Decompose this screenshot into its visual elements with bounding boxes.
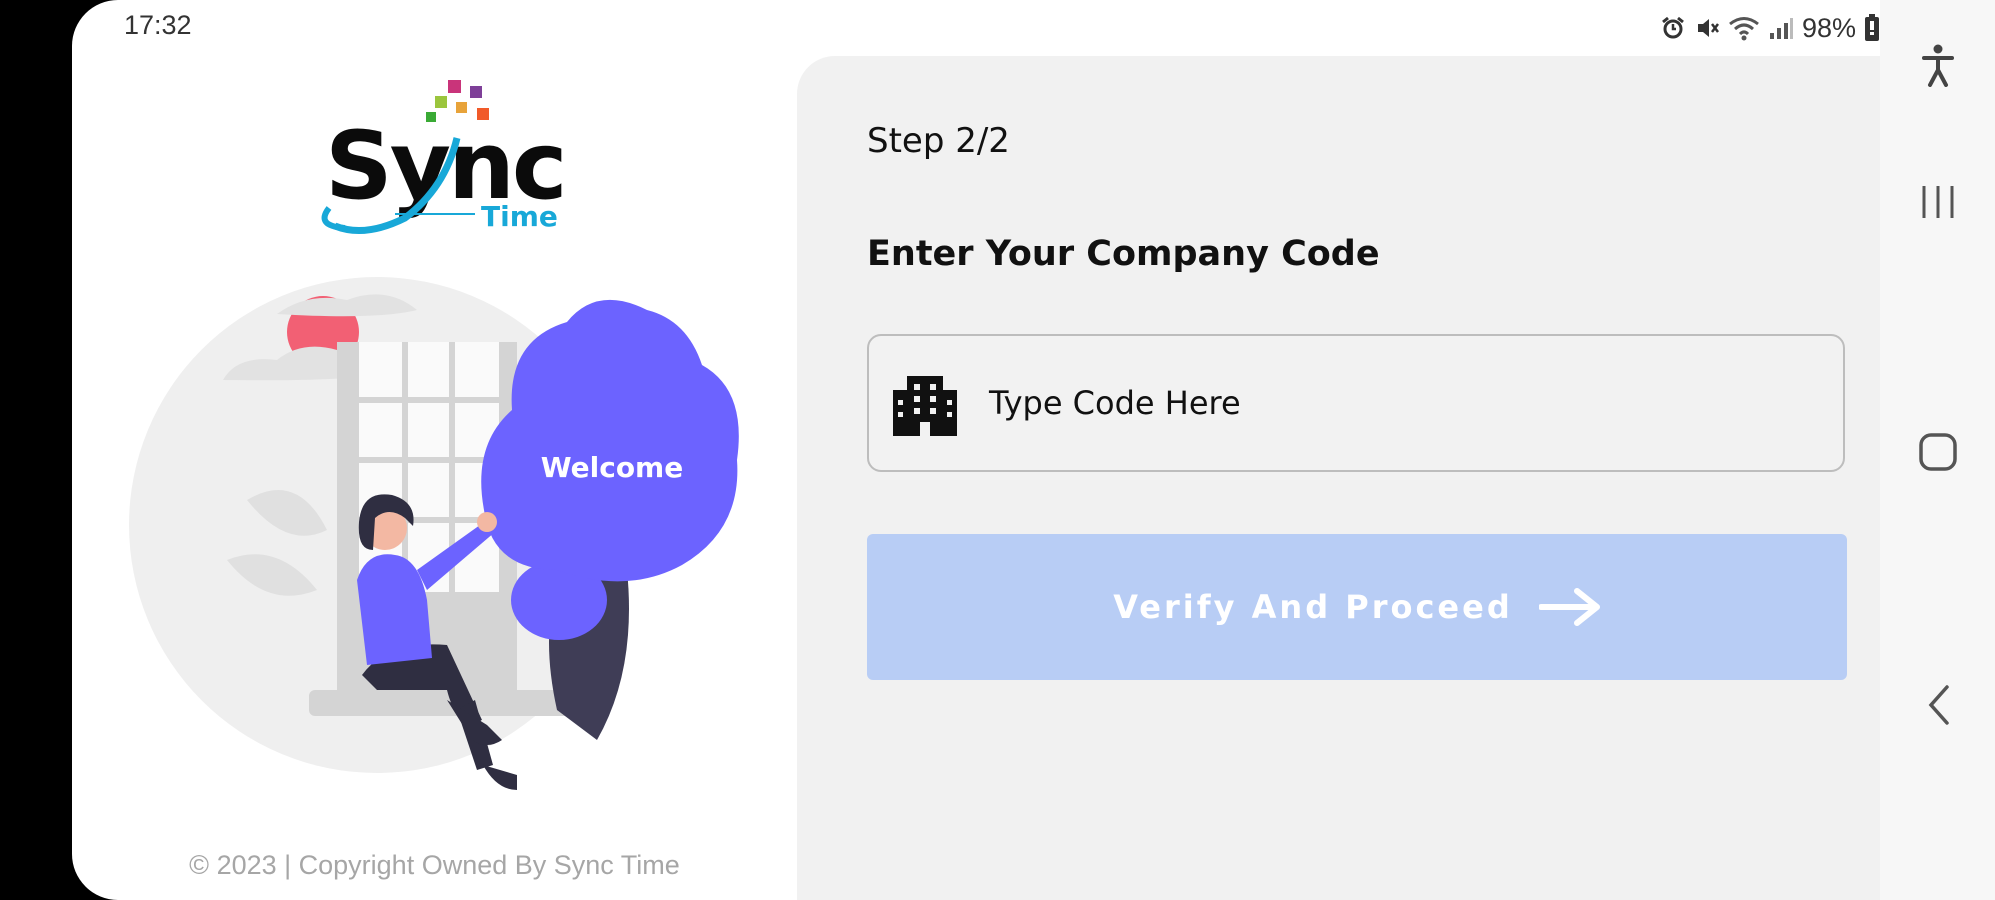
logo-subtext: Time [481, 200, 558, 233]
mute-icon [1697, 19, 1719, 37]
code-placeholder: Type Code Here [989, 384, 1241, 422]
arrow-right-icon [1538, 588, 1600, 626]
welcome-illustration: Welcome [127, 270, 827, 814]
battery-percent: 98% [1801, 12, 1856, 43]
building-icon [893, 376, 957, 436]
signal-icon [1769, 18, 1793, 39]
system-nav-bar [1880, 0, 1995, 900]
copyright-text: © 2023 | Copyright Owned By Sync Time [189, 850, 680, 880]
status-icons: 98% [1660, 8, 1880, 48]
recent-apps-button[interactable] [1880, 180, 1995, 224]
battery-icon [1865, 14, 1879, 41]
verify-button-label: Verify And Proceed [1113, 588, 1513, 626]
wifi-icon [1729, 17, 1759, 41]
company-code-form: Step 2/2 Enter Your Company Code Type Co… [797, 56, 1880, 900]
accessibility-icon [1921, 44, 1954, 87]
app-screen: 17:32 98% Sync Time Welcome © 2023 | Cop… [72, 0, 1880, 900]
accessibility-button[interactable] [1880, 40, 1995, 90]
verify-and-proceed-button[interactable]: Verify And Proceed [867, 534, 1847, 680]
home-button[interactable] [1880, 430, 1995, 474]
sync-time-logo: Sync Time [305, 78, 568, 242]
alarm-icon [1662, 16, 1684, 39]
company-code-input[interactable]: Type Code Here [867, 334, 1845, 472]
recent-apps-icon [1922, 186, 1953, 218]
back-button[interactable] [1880, 680, 1995, 730]
home-icon [1918, 433, 1957, 471]
back-icon [1928, 685, 1949, 725]
form-heading: Enter Your Company Code [867, 234, 1380, 274]
welcome-bubble-text: Welcome [541, 451, 683, 484]
branding-panel: Sync Time Welcome © 2023 | Copyright Own… [72, 0, 797, 900]
step-indicator: Step 2/2 [867, 121, 1010, 161]
